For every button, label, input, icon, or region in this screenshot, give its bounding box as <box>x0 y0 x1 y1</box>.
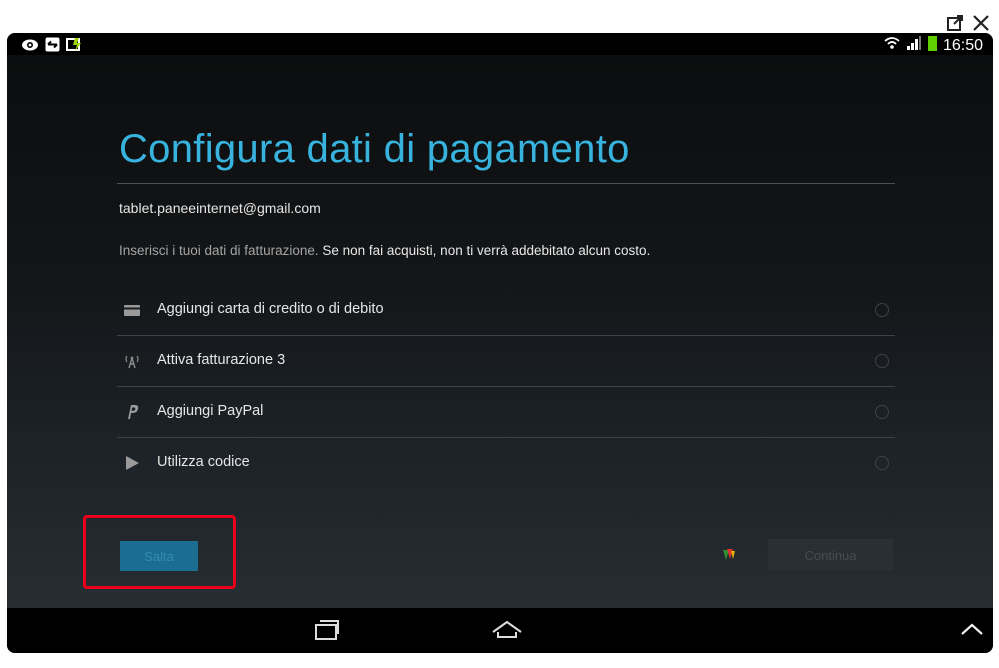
status-time: 16:50 <box>942 36 983 54</box>
play-store-icon <box>123 454 141 472</box>
page-title: Configura dati di pagamento <box>119 127 630 171</box>
sync-box-icon <box>45 37 60 57</box>
tablet-frame: 16:50 Configura dati di pagamento tablet… <box>7 33 993 653</box>
option-label: Aggiungi PayPal <box>157 403 264 419</box>
status-bar: 16:50 <box>7 33 993 55</box>
account-email: tablet.paneeinternet@gmail.com <box>119 200 321 216</box>
description-text: Inserisci i tuoi dati di fatturazione. <box>119 243 319 258</box>
billing-description: Inserisci i tuoi dati di fatturazione. S… <box>119 243 650 258</box>
credit-card-icon <box>123 301 141 319</box>
radio-button[interactable] <box>875 354 889 368</box>
option-carrier-billing[interactable]: Attiva fatturazione 3 <box>117 336 895 387</box>
eye-icon <box>21 38 39 57</box>
paypal-icon <box>123 403 141 421</box>
wifi-icon <box>884 35 900 56</box>
description-highlight: Se non fai acquisti, non ti verrà addebi… <box>318 243 651 258</box>
battery-icon <box>927 35 937 56</box>
title-divider <box>117 183 895 184</box>
radio-button[interactable] <box>875 303 889 317</box>
radio-button[interactable] <box>875 456 889 470</box>
expand-up-icon[interactable] <box>959 620 985 643</box>
radio-button[interactable] <box>875 405 889 419</box>
option-label: Utilizza codice <box>157 454 250 470</box>
option-label: Aggiungi carta di credito o di debito <box>157 301 384 317</box>
battery-charge-icon <box>66 37 83 57</box>
highlight-box <box>83 515 236 589</box>
option-label: Attiva fatturazione 3 <box>157 352 286 368</box>
payment-setup-screen: Configura dati di pagamento tablet.panee… <box>7 55 993 608</box>
option-redeem-code[interactable]: Utilizza codice <box>117 438 895 489</box>
carrier-billing-icon <box>123 352 141 370</box>
option-add-paypal[interactable]: Aggiungi PayPal <box>117 387 895 438</box>
google-wallet-icon <box>721 546 737 562</box>
option-add-card[interactable]: Aggiungi carta di credito o di debito <box>117 285 895 336</box>
continue-button[interactable]: Continua <box>768 539 893 570</box>
signal-icon <box>906 35 922 56</box>
home-icon[interactable] <box>490 616 524 647</box>
navigation-bar <box>7 608 993 653</box>
recent-apps-icon[interactable] <box>312 616 340 647</box>
